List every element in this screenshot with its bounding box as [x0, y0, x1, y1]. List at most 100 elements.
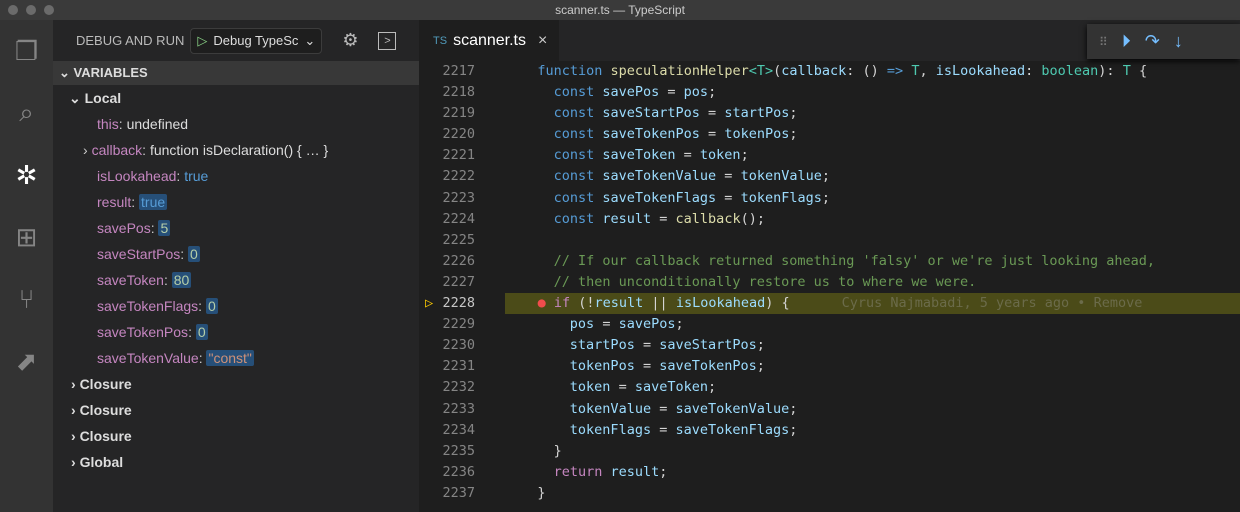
section-title: VARIABLES — [73, 65, 148, 80]
line-number[interactable]: 2235 — [419, 441, 475, 462]
start-debug-icon[interactable]: ▷ — [197, 33, 207, 49]
line-number[interactable]: 2224 — [419, 209, 475, 230]
code-text: pos = savePos; — [505, 314, 684, 335]
code-token: ; — [659, 463, 668, 480]
variable-value: true — [139, 194, 168, 210]
line-number[interactable]: 2228 — [419, 293, 475, 314]
step-into-icon[interactable]: ↓ — [1174, 31, 1183, 52]
remote-icon[interactable]: ⬈ — [0, 330, 53, 392]
code-line: 2232 token = saveToken; — [419, 377, 1240, 398]
line-number[interactable]: 2222 — [419, 166, 475, 187]
variable-item[interactable]: saveTokenValue: "const" — [53, 345, 419, 371]
scope-item[interactable]: › Closure — [53, 397, 419, 423]
code-editor[interactable]: 2217 function speculationHelper<T>(callba… — [419, 61, 1240, 512]
launch-config-dropdown[interactable]: ▷ Debug TypeSc ⌄ — [190, 27, 323, 54]
code-text: const saveStartPos = startPos; — [505, 103, 798, 124]
debug-console-icon[interactable]: > — [378, 31, 397, 50]
extensions-icon[interactable]: ⊞ — [0, 206, 53, 268]
line-number[interactable]: 2226 — [419, 251, 475, 272]
close-window-button[interactable] — [8, 5, 18, 15]
code-token: : — [1025, 63, 1042, 79]
line-number[interactable]: 2219 — [419, 103, 475, 124]
scope-local[interactable]: ⌄ Local — [53, 85, 419, 111]
code-token: = — [634, 358, 660, 375]
explorer-icon[interactable]: ❐ — [0, 20, 53, 82]
variables-section-header[interactable]: ⌄ VARIABLES — [53, 61, 419, 85]
minimize-button[interactable] — [26, 5, 36, 15]
code-token: saveToken — [602, 147, 676, 164]
close-icon[interactable]: × — [538, 32, 547, 50]
line-number[interactable]: 2227 — [419, 272, 475, 293]
code-line: 2231 tokenPos = saveTokenPos; — [419, 356, 1240, 377]
debug-sidebar: DEBUG AND RUN ▷ Debug TypeSc ⌄ ⚙ > ⌄ VAR… — [53, 20, 419, 512]
variable-item[interactable]: saveStartPos: 0 — [53, 241, 419, 267]
scope-item[interactable]: › Closure — [53, 423, 419, 449]
line-number[interactable]: 2232 — [419, 377, 475, 398]
code-token: = — [651, 421, 676, 438]
line-number[interactable]: 2231 — [419, 356, 475, 377]
breakpoint-icon[interactable]: ● — [538, 295, 554, 311]
variable-item[interactable]: this: undefined — [53, 111, 419, 137]
code-text: const saveTokenPos = tokenPos; — [505, 124, 798, 145]
code-text: tokenValue = saveTokenValue; — [505, 399, 798, 420]
code-token: const — [553, 84, 603, 101]
step-over-icon[interactable]: ↷ — [1145, 31, 1160, 52]
variable-value: 0 — [205, 298, 218, 314]
tab-scanner-ts[interactable]: TS scanner.ts × — [419, 20, 559, 61]
code-token: saveTokenPos — [602, 126, 700, 143]
code-token: const — [553, 126, 603, 143]
code-text: function speculationHelper<T>(callback: … — [505, 61, 1147, 82]
code-token: // If our callback returned something 'f… — [553, 252, 1156, 269]
line-number[interactable]: 2217 — [419, 61, 475, 82]
code-token: ; — [675, 316, 684, 333]
line-number[interactable]: 2223 — [419, 188, 475, 209]
code-token: saveTokenPos — [659, 358, 757, 375]
code-token: tokenPos — [724, 126, 790, 143]
source-control-icon[interactable]: ⑂ — [0, 268, 53, 330]
code-line: 2217 function speculationHelper<T>(callba… — [419, 61, 1240, 82]
code-token: const — [553, 147, 603, 164]
chevron-right-icon[interactable]: › — [83, 142, 92, 158]
variable-item[interactable]: result: true — [53, 189, 419, 215]
code-line: 2226 // If our callback returned somethin… — [419, 251, 1240, 272]
maximize-button[interactable] — [44, 5, 54, 15]
code-token: ; — [789, 400, 798, 417]
line-number[interactable]: 2221 — [419, 145, 475, 166]
line-number[interactable]: 2218 — [419, 82, 475, 103]
continue-icon[interactable]: ⏵ — [1122, 31, 1131, 52]
scope-item[interactable]: › Closure — [53, 371, 419, 397]
variable-value: 0 — [188, 246, 200, 262]
debug-icon[interactable]: ✲ — [0, 144, 53, 206]
gear-icon[interactable]: ⚙ — [342, 30, 358, 51]
line-number[interactable]: 2237 — [419, 483, 475, 504]
code-token: = — [594, 316, 619, 333]
variable-item[interactable]: › callback: function isDeclaration() { …… — [53, 137, 419, 163]
code-token: startPos — [724, 105, 790, 122]
line-number[interactable]: 2230 — [419, 335, 475, 356]
code-line: 2235} — [419, 441, 1240, 462]
variable-item[interactable]: saveTokenFlags: 0 — [53, 293, 419, 319]
code-token: isLookahead — [675, 295, 766, 312]
search-icon[interactable]: ⌕ — [0, 82, 53, 144]
scope-item[interactable]: › Global — [53, 449, 419, 475]
variable-item[interactable]: isLookahead: true — [53, 163, 419, 189]
code-token: tokenFlags — [740, 189, 822, 206]
line-number[interactable]: 2220 — [419, 124, 475, 145]
code-token: saveTokenFlags — [602, 189, 717, 206]
code-token: savePos — [602, 84, 660, 101]
window-controls[interactable] — [8, 5, 54, 15]
line-number[interactable]: 2225 — [419, 230, 475, 251]
line-number[interactable]: 2236 — [419, 462, 475, 483]
code-token: saveTokenValue — [602, 168, 717, 185]
drag-handle-icon[interactable]: ⠿ — [1099, 35, 1108, 49]
variable-item[interactable]: saveTokenPos: 0 — [53, 319, 419, 345]
variable-item[interactable]: savePos: 5 — [53, 215, 419, 241]
scope-label: Global — [79, 454, 124, 470]
line-number[interactable]: 2229 — [419, 314, 475, 335]
tab-label: scanner.ts — [453, 31, 526, 49]
code-token: startPos — [569, 337, 635, 354]
line-number[interactable]: 2234 — [419, 420, 475, 441]
line-number[interactable]: 2233 — [419, 399, 475, 420]
code-token: ; — [789, 421, 798, 438]
variable-item[interactable]: saveToken: 80 — [53, 267, 419, 293]
